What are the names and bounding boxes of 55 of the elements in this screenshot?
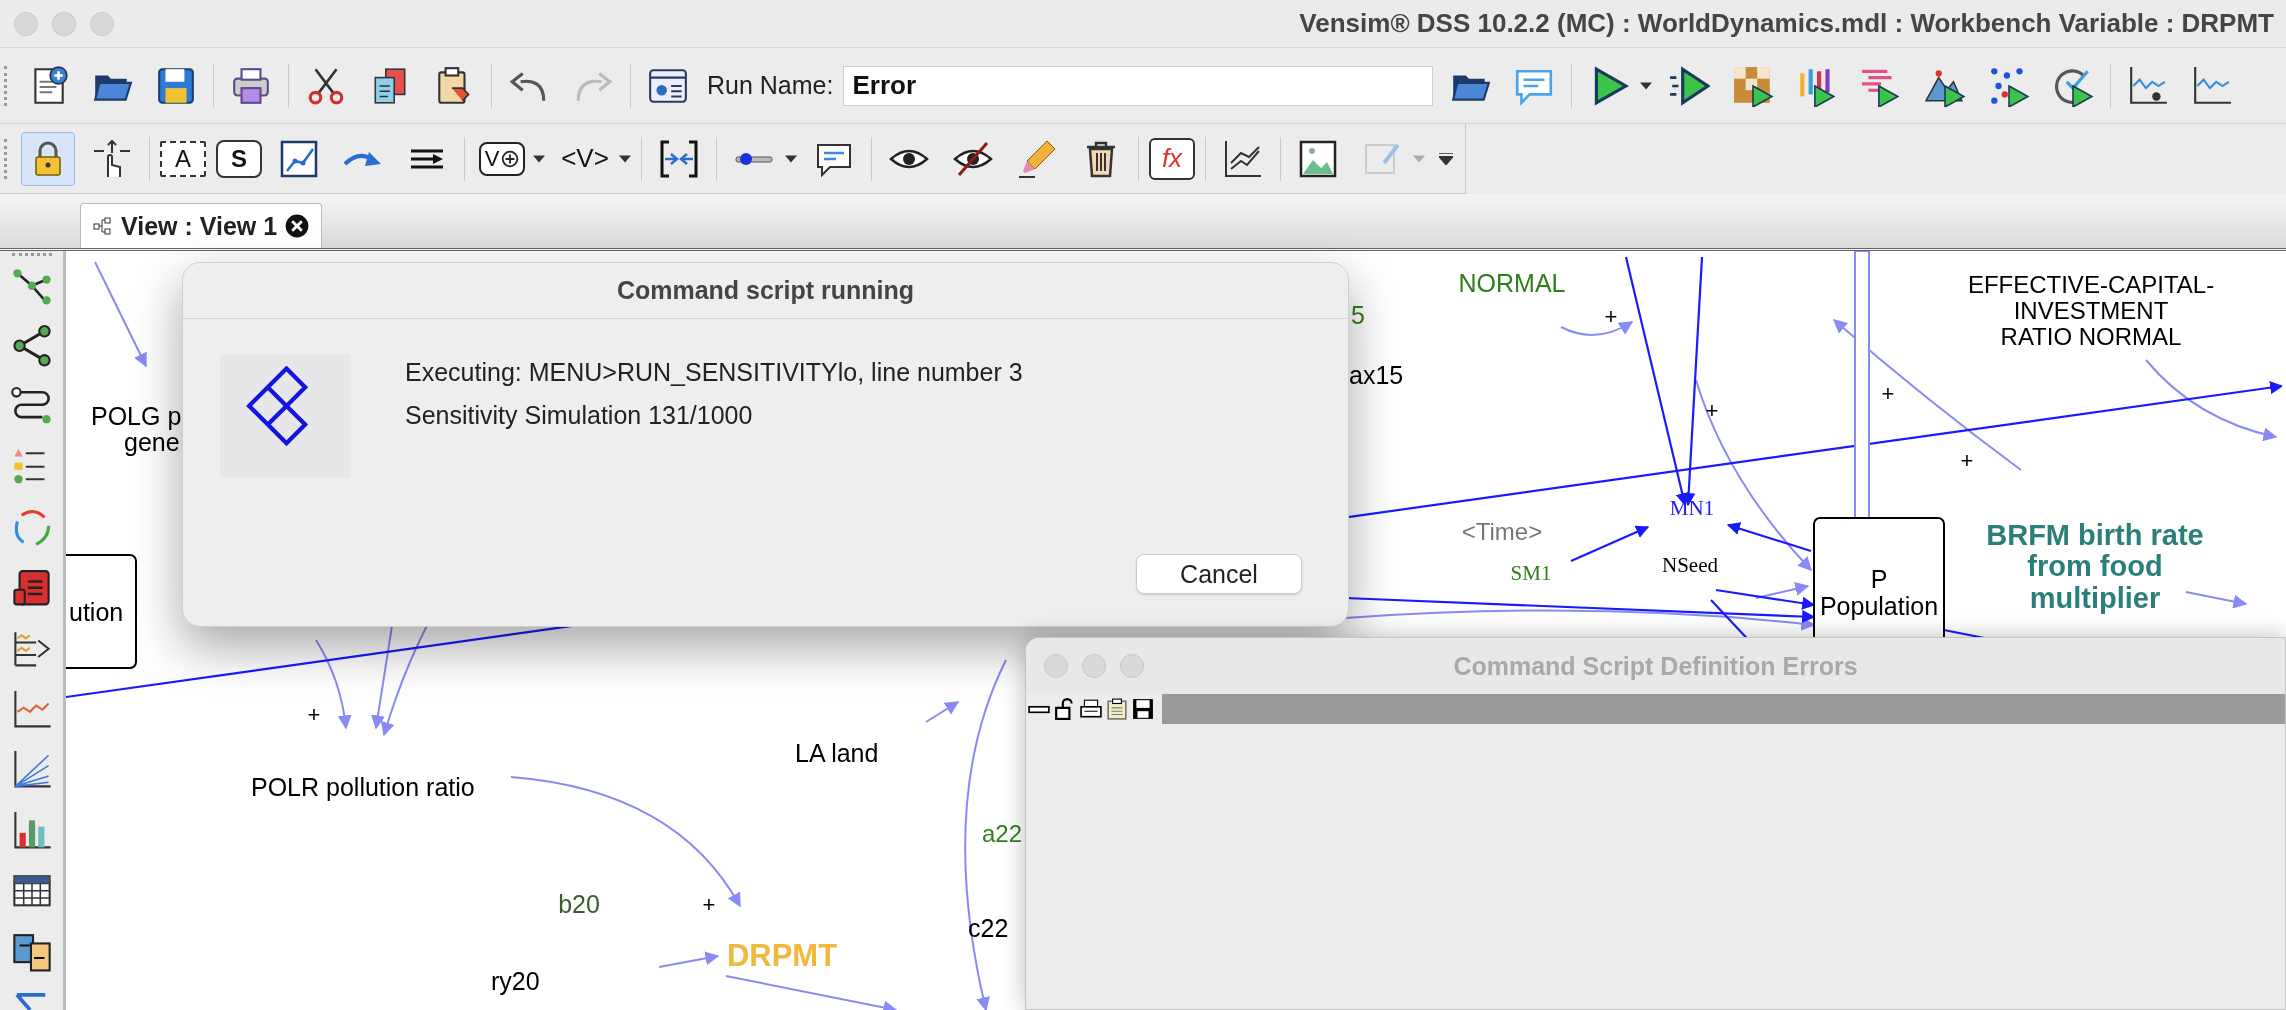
plus-sign: +	[1705, 398, 1719, 423]
dialog-title: Command script running	[183, 263, 1348, 319]
variable-label: DRPMT	[726, 938, 838, 973]
diamond-logo-icon	[220, 354, 351, 478]
variable-label: EFFECTIVE-CAPITAL- INVESTMENT RATIO NORMAL	[1967, 271, 2215, 350]
variable-label: <Time>	[1461, 518, 1543, 545]
variable-label: 5	[1351, 301, 1365, 329]
stock-label: P Population	[1819, 565, 1939, 620]
variable-label: NSeed	[1662, 553, 1718, 577]
caret-icon[interactable]	[785, 154, 797, 163]
variable-label: SM1	[1510, 561, 1552, 585]
variable-label: b20	[558, 890, 600, 918]
diagram-icon	[93, 216, 113, 236]
variable-label: LA land	[795, 739, 879, 767]
variable-label: a22	[982, 820, 1023, 847]
unlock-icon[interactable]	[1054, 698, 1076, 720]
plus-sign: +	[1604, 304, 1618, 329]
status-text: Sensitivity Simulation 131/1000	[405, 401, 754, 430]
overflow-icon[interactable]	[1439, 152, 1453, 165]
variable-label: POLG p	[91, 402, 182, 430]
plus-sign: +	[307, 702, 321, 727]
view-tab[interactable]: View : View 1	[80, 203, 323, 248]
variable-label: MN1	[1669, 496, 1715, 520]
slider-icon	[734, 151, 774, 166]
window-title: Command Script Definition Errors	[1452, 651, 1859, 681]
tab-label: View : View 1	[121, 211, 278, 241]
variable-label: NORMAL	[1458, 269, 1566, 297]
plus-sign: +	[1881, 381, 1895, 406]
curved-arrow-icon	[343, 149, 383, 168]
function-button[interactable]: fx	[1149, 137, 1195, 180]
run-name-label: Run Name:	[707, 71, 834, 100]
clipboard-icon[interactable]	[1106, 698, 1128, 720]
shadow-variable-tool-button[interactable]: <V>	[555, 131, 615, 186]
variable-label: c22	[968, 914, 1009, 942]
window-title: Vensim® DSS 10.2.2 (MC) : WorldDynamics.mdl : Workbench Variable : DRPMT	[1299, 8, 2274, 39]
cancel-button[interactable]: Cancel	[1136, 554, 1302, 594]
stock-label: ution	[69, 598, 124, 626]
variable-label: ax15	[1349, 361, 1404, 389]
caret-icon[interactable]	[1640, 81, 1653, 90]
plus-sign: +	[702, 892, 716, 917]
variable-label: BRFM birth rate from food multiplier	[1986, 519, 2204, 614]
variable-label: POLR pollution ratio	[251, 773, 475, 801]
stock-tool-button[interactable]: S	[216, 139, 262, 178]
lock-button[interactable]	[21, 131, 75, 186]
caret-icon[interactable]	[619, 154, 631, 163]
plus-circle-icon	[501, 149, 520, 168]
save-icon[interactable]	[1132, 698, 1154, 720]
text-tool-button[interactable]: A	[160, 140, 206, 177]
caret-icon[interactable]	[533, 154, 545, 163]
run-name-field[interactable]: Error	[843, 65, 1434, 106]
variable-label: ry20	[491, 967, 540, 995]
status-text: Executing: MENU>RUN_SENSITIVITYlo, line number 3	[405, 358, 1023, 387]
plus-sign: +	[1960, 448, 1974, 473]
print-icon[interactable]	[1080, 698, 1102, 720]
close-icon[interactable]	[285, 214, 310, 238]
